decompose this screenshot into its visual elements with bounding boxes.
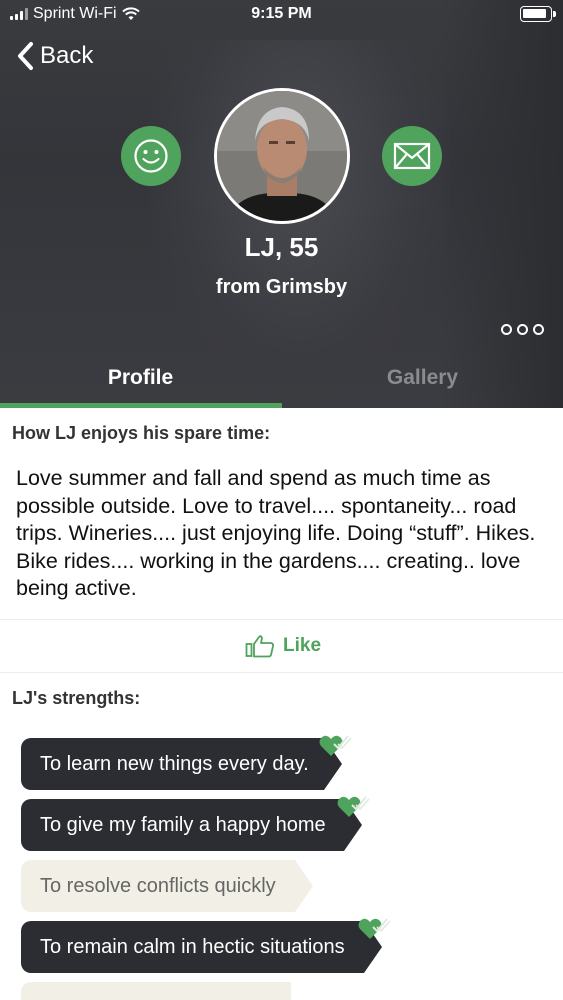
strength-label: To give my family a happy home: [40, 813, 326, 836]
profile-name-age: LJ, 55: [244, 232, 319, 262]
smiley-icon: [134, 139, 168, 173]
back-button[interactable]: Back: [16, 41, 93, 71]
tab-profile[interactable]: Profile: [0, 366, 281, 390]
profile-header: Sprint Wi-Fi 9:15 PM Back LJ, 55 from Gr…: [0, 0, 563, 408]
envelope-icon: [393, 142, 431, 170]
back-label: Back: [40, 42, 94, 69]
strength-item[interactable]: To learn new things every day.: [21, 735, 352, 790]
profile-location: from Grimsby: [215, 276, 348, 298]
active-tab-indicator: [0, 403, 282, 408]
chevron-left-icon: [18, 42, 33, 70]
profile-photo: [217, 91, 347, 221]
strength-label: To remain calm in hectic situations: [40, 935, 345, 958]
heart-check-icon: [358, 918, 391, 939]
strength-item-partial[interactable]: [21, 982, 291, 1000]
status-bar: Sprint Wi-Fi 9:15 PM: [0, 0, 563, 30]
strength-item[interactable]: To remain calm in hectic situations: [21, 918, 391, 973]
avatar[interactable]: [214, 88, 350, 224]
strengths-heading: LJ's strengths:: [12, 688, 141, 708]
spare-time-heading: How LJ enjoys his spare time:: [12, 423, 271, 443]
thumbs-up-icon: [245, 635, 274, 658]
spare-time-text: Love summer and fall and spend as much t…: [16, 466, 536, 600]
status-time: 9:15 PM: [251, 5, 312, 22]
heart-check-icon: [319, 735, 352, 756]
tab-gallery[interactable]: Gallery: [282, 366, 563, 390]
message-button[interactable]: [382, 126, 442, 186]
like-button[interactable]: Like: [245, 634, 321, 658]
divider: [0, 619, 563, 620]
battery-icon: [520, 6, 556, 22]
smile-button[interactable]: [121, 126, 181, 186]
strength-item[interactable]: To resolve conflicts quickly: [21, 860, 313, 912]
heart-check-icon: [337, 796, 370, 817]
strength-label: To resolve conflicts quickly: [40, 874, 276, 897]
strength-label: To learn new things every day.: [40, 752, 309, 775]
like-label: Like: [283, 635, 322, 656]
more-icon[interactable]: [501, 324, 544, 335]
strength-item[interactable]: To give my family a happy home: [21, 796, 370, 851]
